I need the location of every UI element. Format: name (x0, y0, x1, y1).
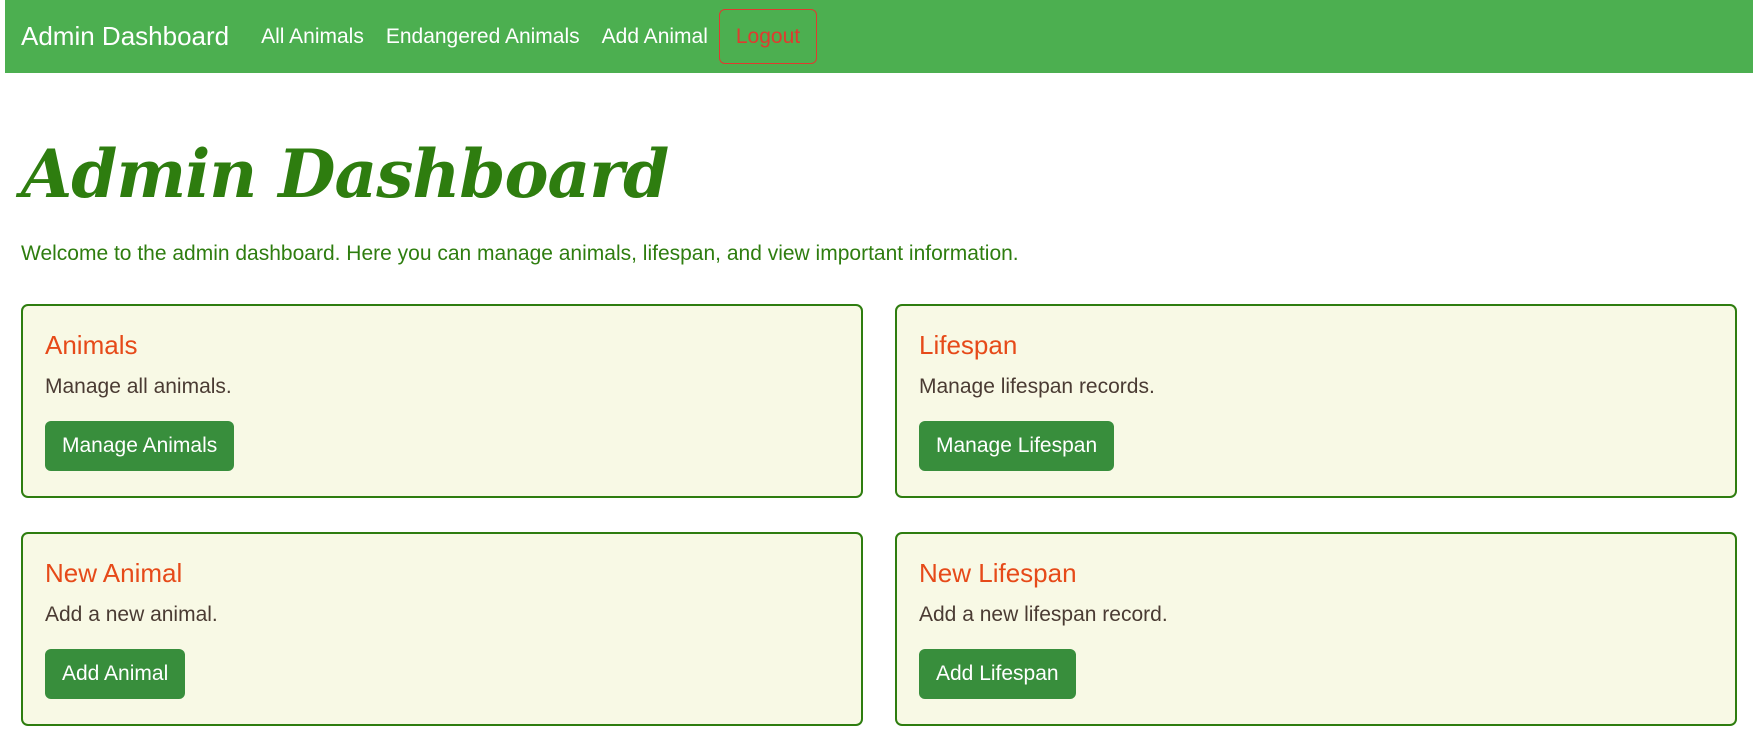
card-text: Add a new animal. (45, 603, 218, 627)
nav-link-add-animal[interactable]: Add Animal (602, 25, 708, 49)
navbar-brand[interactable]: Admin Dashboard (21, 21, 229, 52)
add-animal-button[interactable]: Add Animal (45, 649, 186, 700)
logout-button[interactable]: Logout (718, 9, 818, 64)
nav-link-endangered-animals[interactable]: Endangered Animals (386, 25, 580, 49)
manage-animals-button[interactable]: Manage Animals (45, 421, 235, 472)
card-title: Lifespan (919, 330, 1018, 360)
lifespan-card: Lifespan Manage lifespan records. Manage… (895, 304, 1737, 498)
card-text: Manage all animals. (45, 375, 232, 399)
page-title: Admin Dashboard (21, 135, 669, 213)
card-title: New Animal (45, 558, 183, 588)
new-animal-card: New Animal Add a new animal. Add Animal (21, 532, 863, 726)
intro-text: Welcome to the admin dashboard. Here you… (21, 242, 1019, 265)
new-lifespan-card: New Lifespan Add a new lifespan record. … (895, 532, 1737, 726)
manage-lifespan-button[interactable]: Manage Lifespan (919, 421, 1115, 472)
add-lifespan-button[interactable]: Add Lifespan (919, 649, 1076, 700)
nav-link-all-animals[interactable]: All Animals (261, 25, 364, 49)
card-title: New Lifespan (919, 558, 1077, 588)
card-text: Manage lifespan records. (919, 375, 1155, 399)
card-text: Add a new lifespan record. (919, 603, 1168, 627)
top-navbar: Admin Dashboard All Animals Endangered A… (5, 0, 1753, 73)
animals-card: Animals Manage all animals. Manage Anima… (21, 304, 863, 498)
card-title: Animals (45, 330, 138, 360)
